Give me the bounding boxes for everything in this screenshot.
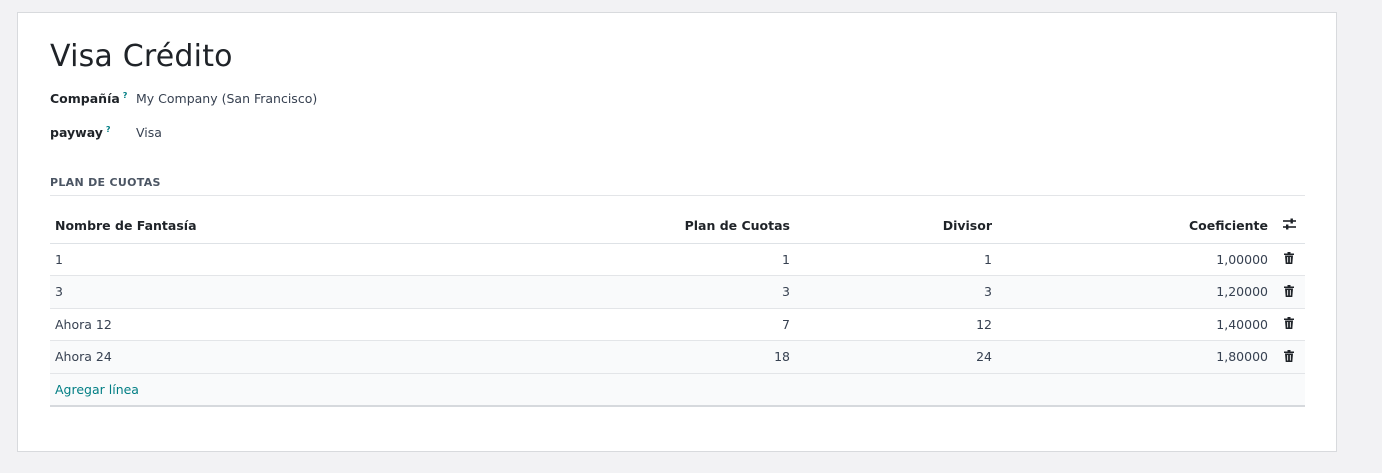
table-row[interactable]: 1 1 1 1,00000 [50,243,1305,276]
cell-name[interactable]: 3 [50,275,520,309]
header-name[interactable]: Nombre de Fantasía [50,208,520,244]
help-tooltip-icon[interactable]: ? [106,125,111,134]
trash-icon[interactable] [1284,317,1294,332]
add-line-cell: Agregar línea [50,373,1305,407]
cell-plan[interactable]: 7 [520,308,795,341]
header-divisor[interactable]: Divisor [795,208,997,244]
trash-icon[interactable] [1284,284,1294,300]
help-tooltip-icon[interactable]: ? [123,91,128,100]
cell-plan[interactable]: 3 [520,275,795,309]
cell-plan[interactable]: 1 [520,243,795,276]
company-value[interactable]: My Company (San Francisco) [136,91,317,106]
cell-divisor[interactable]: 1 [795,243,997,276]
trash-icon[interactable] [1284,349,1294,365]
delete-row-button[interactable] [1273,340,1305,374]
company-label: Compañía? [50,91,136,106]
header-coef[interactable]: Coeficiente [997,208,1273,244]
cell-name[interactable]: 1 [50,243,520,276]
company-field: Compañía? My Company (San Francisco) [50,91,317,106]
table-row[interactable]: Ahora 24 18 24 1,80000 [50,340,1305,374]
section-title: PLAN DE CUOTAS [50,176,1305,196]
installment-plan-table: Nombre de Fantasía Plan de Cuotas Diviso… [50,208,1305,407]
trash-icon[interactable] [1284,252,1294,267]
payway-label: payway? [50,125,136,140]
sliders-icon[interactable] [1282,218,1296,233]
cell-name[interactable]: Ahora 24 [50,340,520,374]
payway-value[interactable]: Visa [136,125,162,140]
column-settings-button[interactable] [1273,208,1305,244]
delete-row-button[interactable] [1273,275,1305,309]
form-sheet: Visa Crédito Compañía? My Company (San F… [17,12,1337,452]
record-title: Visa Crédito [50,39,233,74]
cell-divisor[interactable]: 3 [795,275,997,309]
add-line-link[interactable]: Agregar línea [55,382,139,397]
cell-coef[interactable]: 1,00000 [997,243,1273,276]
cell-coef[interactable]: 1,80000 [997,340,1273,374]
cell-divisor[interactable]: 12 [795,308,997,341]
company-label-text: Compañía [50,91,120,107]
table-row[interactable]: Ahora 12 7 12 1,40000 [50,308,1305,341]
table-row[interactable]: 3 3 3 1,20000 [50,275,1305,309]
delete-row-button[interactable] [1273,243,1305,276]
cell-name[interactable]: Ahora 12 [50,308,520,341]
cell-coef[interactable]: 1,40000 [997,308,1273,341]
cell-plan[interactable]: 18 [520,340,795,374]
payway-label-text: payway [50,125,103,141]
delete-row-button[interactable] [1273,308,1305,341]
payway-field: payway? Visa [50,125,162,140]
table-header-row: Nombre de Fantasía Plan de Cuotas Diviso… [50,208,1305,244]
add-line-row: Agregar línea [50,373,1305,407]
header-plan[interactable]: Plan de Cuotas [520,208,795,244]
cell-divisor[interactable]: 24 [795,340,997,374]
cell-coef[interactable]: 1,20000 [997,275,1273,309]
